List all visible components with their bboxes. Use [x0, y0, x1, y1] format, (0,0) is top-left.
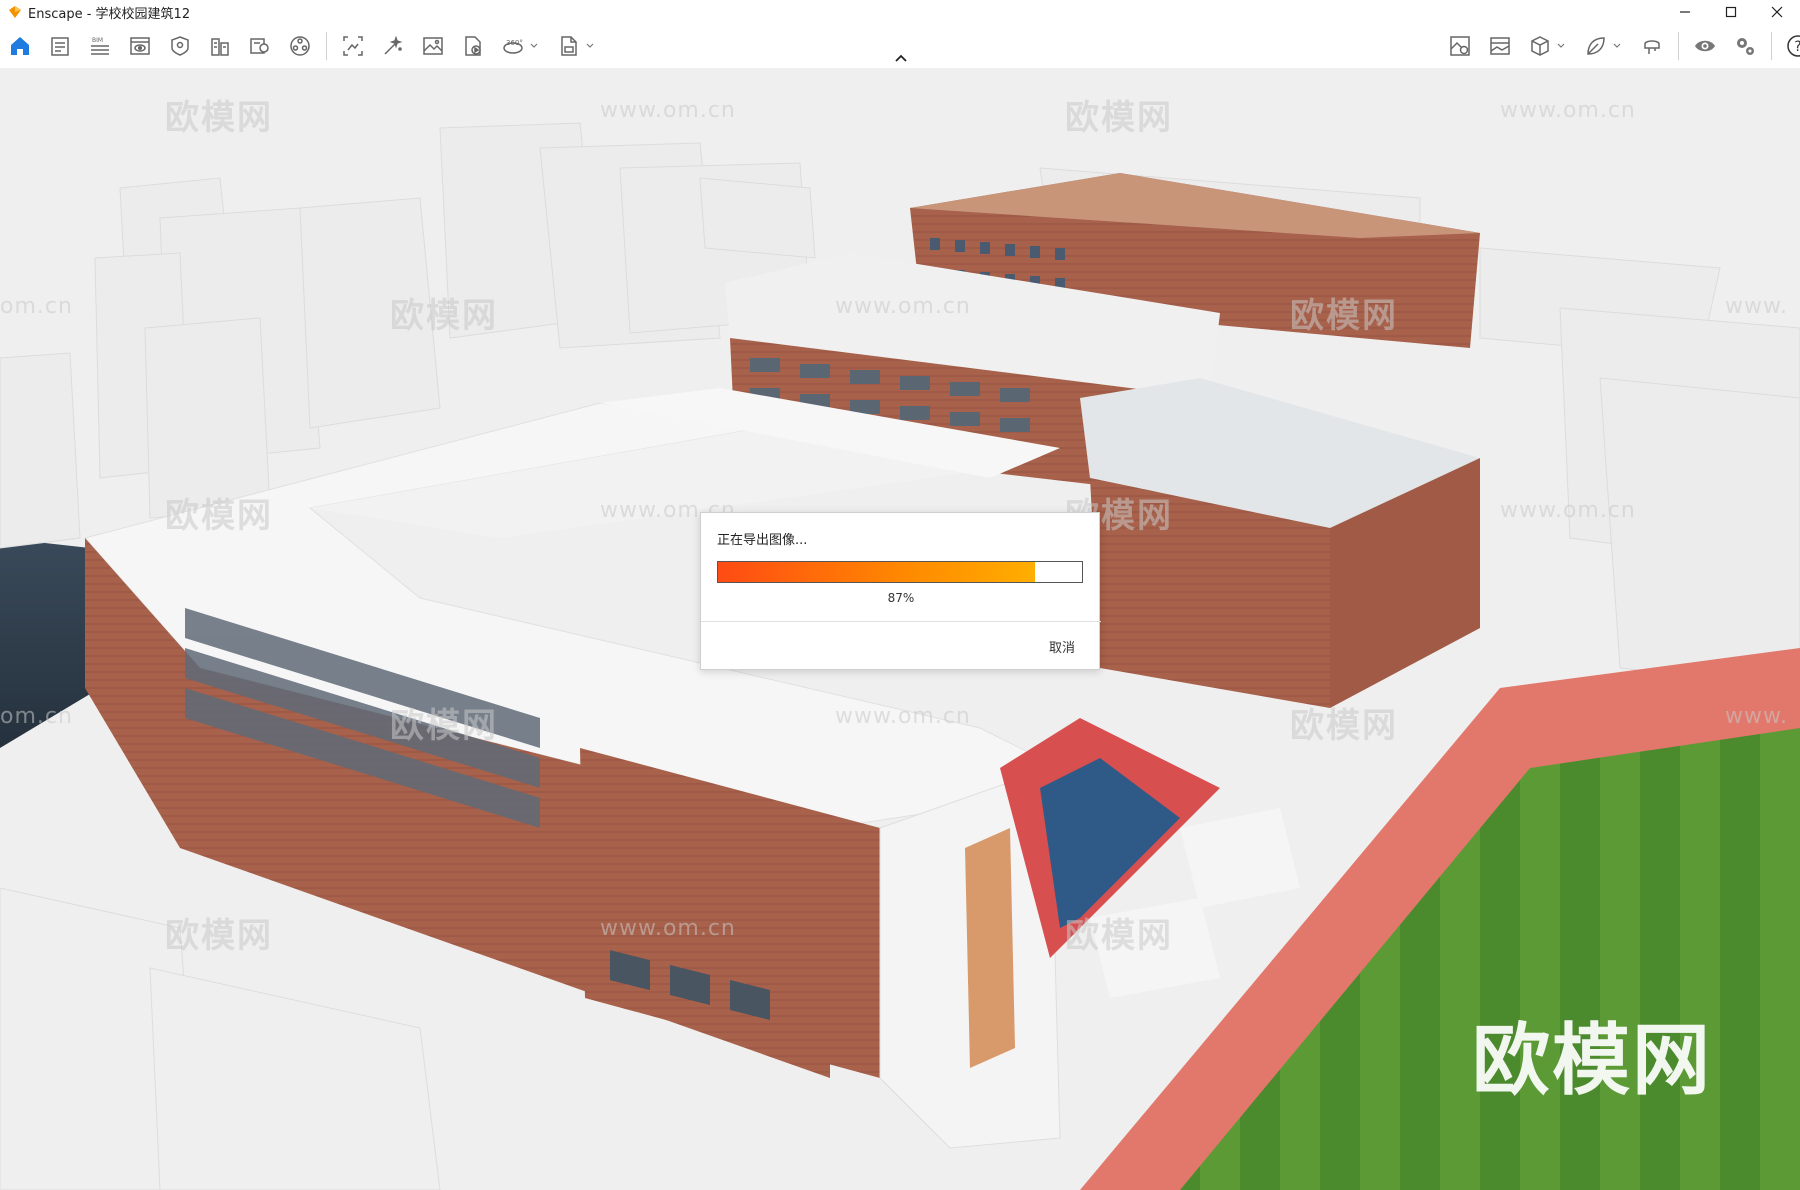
watermark-logo: 欧模网 [390, 706, 498, 746]
watermark-url: om.cn [0, 704, 73, 729]
atmosphere-icon [1490, 37, 1510, 55]
watermark-logo: 欧模网 [165, 98, 273, 138]
panorama-button[interactable]: 360° [493, 26, 549, 66]
title-bar: Enscape - 学校校园建筑12 [0, 0, 1800, 24]
views-button[interactable] [120, 26, 160, 66]
toolbar-separator [1678, 32, 1679, 60]
materials-button[interactable] [200, 26, 240, 66]
cube-icon [1531, 36, 1549, 56]
batch-render-icon [384, 35, 403, 55]
watermark-url: www.om.cn [1500, 498, 1636, 523]
video-export-icon [465, 36, 481, 56]
watermark-url: www.om.cn [1500, 98, 1636, 123]
help-button[interactable]: ? [1778, 26, 1800, 66]
panorama-icon: 360° [503, 39, 523, 54]
watermark-logo: 欧模网 [1065, 98, 1173, 138]
close-icon [1771, 6, 1783, 18]
watermark-url: www. [1725, 294, 1788, 319]
eye-icon [1695, 40, 1715, 52]
materials-icon [211, 38, 229, 56]
watermark-logo: 欧模网 [165, 496, 273, 536]
window-title: Enscape - 学校校园建筑12 [28, 6, 191, 22]
progress-bar-fill [718, 562, 1035, 582]
eye-button[interactable] [1685, 26, 1725, 66]
cube-button[interactable] [1520, 26, 1576, 66]
help-label: ? [1794, 39, 1800, 55]
dialog-divider [701, 621, 1101, 622]
toolbar-separator [326, 32, 327, 60]
image-export-icon [423, 37, 443, 55]
screenshot-icon [343, 36, 363, 56]
chevron-up-icon [895, 54, 907, 62]
export-standalone-button[interactable] [549, 26, 605, 66]
screenshot-button[interactable] [333, 26, 373, 66]
vr-headset-icon [1644, 40, 1660, 54]
asset-library-icon [171, 36, 189, 56]
close-button[interactable] [1754, 0, 1800, 24]
visual-settings-icon [290, 36, 310, 56]
cancel-button[interactable]: 取消 [1049, 637, 1075, 656]
watermark-logo: 欧模网 [390, 296, 498, 336]
watermark-url: www.om.cn [600, 98, 736, 123]
watermark-large-logo: 欧模网 [1472, 1016, 1713, 1106]
watermark-url: www.om.cn [835, 294, 971, 319]
export-progress-dialog: 正在导出图像... 87% 取消 [700, 512, 1101, 670]
watermark-logo: 欧模网 [165, 916, 273, 956]
project-info-button[interactable] [40, 26, 80, 66]
window-controls [1662, 0, 1800, 24]
watermark-logo: 欧模网 [1290, 296, 1398, 336]
atmosphere-button[interactable] [1480, 26, 1520, 66]
asset-library-button[interactable] [160, 26, 200, 66]
capture-button[interactable] [1440, 26, 1480, 66]
bim-button[interactable]: BIM [80, 26, 120, 66]
chevron-down-icon [1557, 43, 1565, 48]
material-editor-icon [250, 38, 269, 54]
minimize-button[interactable] [1662, 0, 1708, 24]
batch-render-button[interactable] [373, 26, 413, 66]
home-icon [11, 37, 29, 55]
progress-percentage: 87% [887, 591, 915, 605]
vr-headset-button[interactable] [1632, 26, 1672, 66]
watermark-url: om.cn [0, 294, 73, 319]
enscape-logo-icon [9, 6, 21, 18]
chevron-down-icon [530, 43, 538, 48]
minimize-icon [1680, 11, 1690, 13]
capture-icon [1450, 36, 1470, 56]
image-export-button[interactable] [413, 26, 453, 66]
watermark-url: www. [1725, 704, 1788, 729]
watermark-logo: 欧模网 [1065, 916, 1173, 956]
leaf-button[interactable] [1576, 26, 1632, 66]
progress-bar [717, 561, 1083, 583]
watermark-url: www.om.cn [600, 916, 736, 941]
toolbar-left-group: BIM 360° [0, 24, 605, 68]
project-info-icon [51, 37, 69, 56]
watermark-logo: 欧模网 [1290, 706, 1398, 746]
maximize-icon [1725, 6, 1737, 18]
material-editor-button[interactable] [240, 26, 280, 66]
toolbar-right-group: ? [1440, 24, 1800, 68]
bim-icon: BIM [91, 37, 109, 55]
chevron-down-icon [1613, 43, 1621, 48]
export-standalone-icon [561, 36, 577, 56]
watermark-url: www.om.cn [835, 704, 971, 729]
visual-settings-button[interactable] [280, 26, 320, 66]
leaf-icon [1587, 37, 1605, 55]
settings-button[interactable] [1725, 26, 1765, 66]
dialog-title: 正在导出图像... [717, 533, 808, 548]
home-button[interactable] [0, 26, 40, 66]
maximize-button[interactable] [1708, 0, 1754, 24]
bim-label: BIM [92, 37, 103, 44]
collapse-toolbar-button[interactable] [888, 48, 914, 68]
views-icon [130, 37, 150, 55]
toolbar-separator [1771, 32, 1772, 60]
panorama-label: 360° [506, 39, 523, 47]
chevron-down-icon [586, 43, 594, 48]
settings-icon [1737, 38, 1754, 55]
video-export-button[interactable] [453, 26, 493, 66]
help-icon: ? [1787, 35, 1800, 57]
